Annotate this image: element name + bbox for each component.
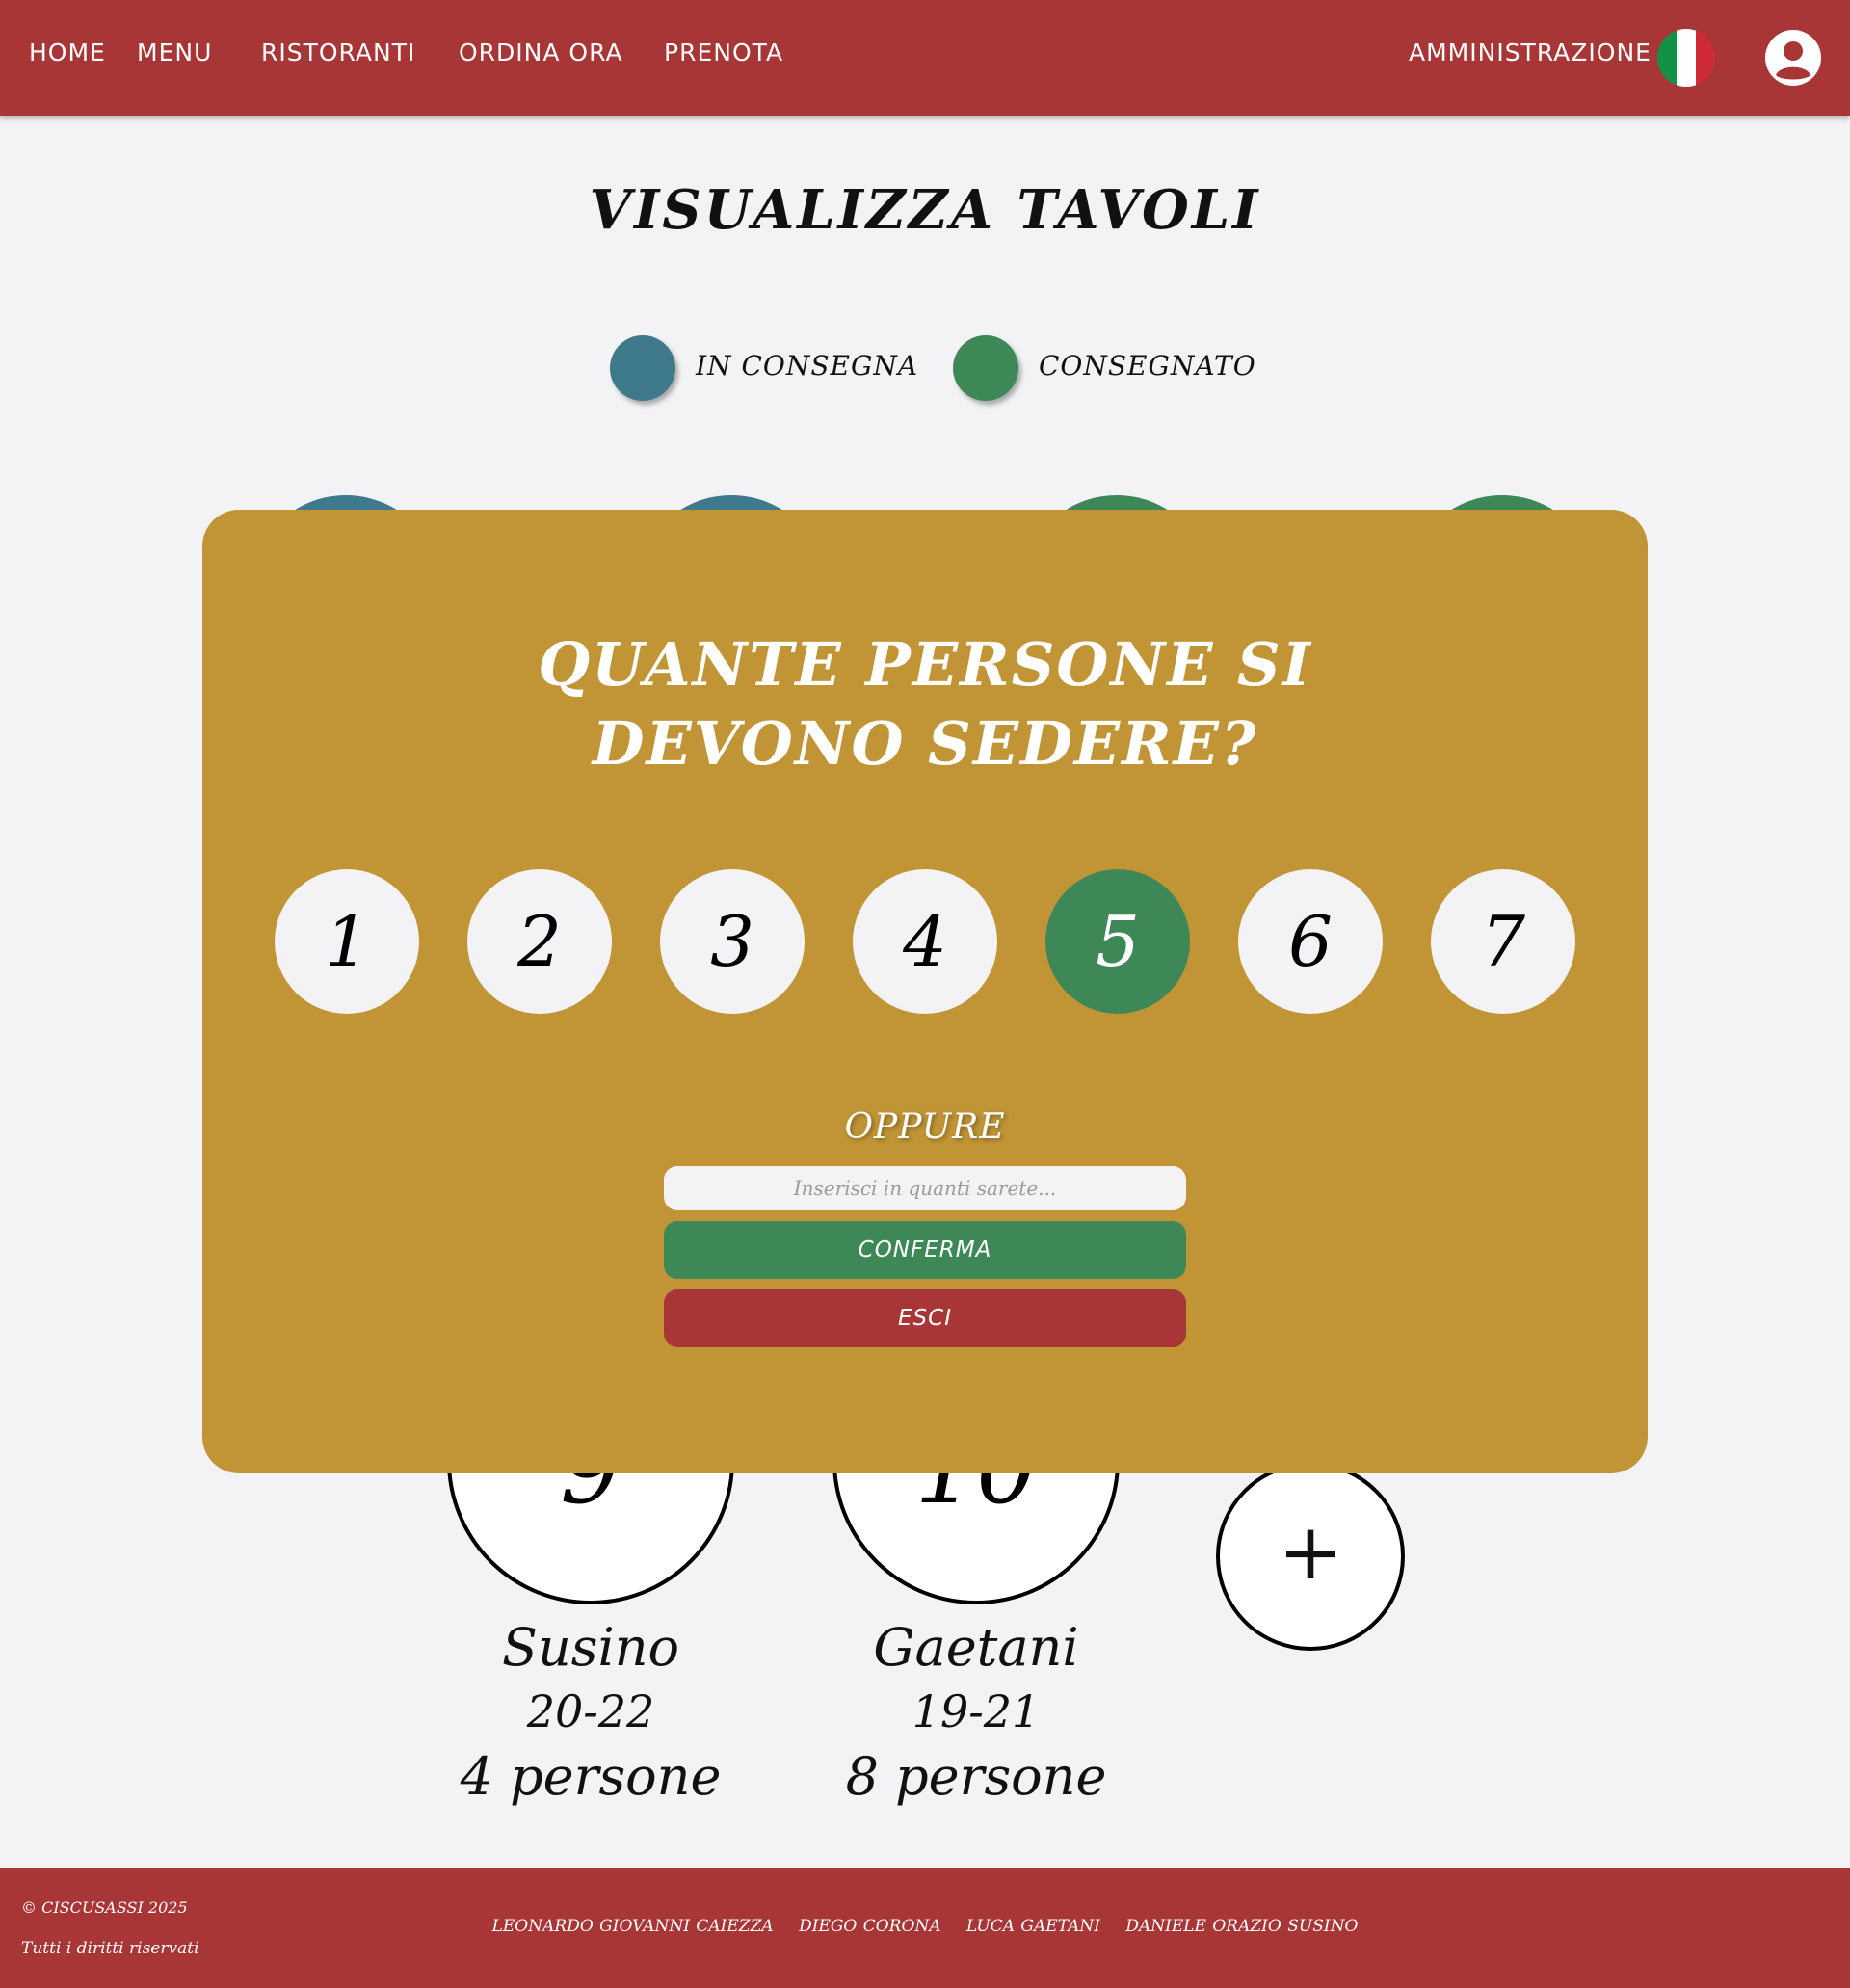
table-reservation-time: 19-21 — [912, 1685, 1041, 1737]
footer-author: LEONARDO GIOVANNI CAIEZZA — [491, 1917, 774, 1936]
nav-book-link[interactable]: PRENOTA — [664, 39, 783, 66]
confirm-button[interactable]: CONFERMA — [664, 1221, 1186, 1279]
footer: © CISCUSASSI 2025 Tutti i diritti riserv… — [0, 1868, 1850, 1988]
party-size-modal: QUANTE PERSONE SI DEVONO SEDERE? 1 2 3 4… — [202, 510, 1648, 1473]
nav-order-now-link[interactable]: ORDINA ORA — [459, 39, 623, 66]
delivered-legend-label: CONSEGNATO — [1039, 350, 1256, 382]
table-reservation-people: 4 persone — [460, 1746, 722, 1807]
footer-rights: Tutti i diritti riservati — [21, 1939, 199, 1958]
table-info: Gaetani 19-21 8 persone — [812, 1616, 1140, 1811]
modal-title: QUANTE PERSONE SI DEVONO SEDERE? — [538, 629, 1312, 779]
table-reservation-time: 20-22 — [526, 1685, 655, 1737]
table-info: Susino 20-22 4 persone — [427, 1616, 754, 1811]
party-size-1-button[interactable]: 1 — [275, 869, 419, 1014]
nav-menu-link[interactable]: MENU — [137, 39, 212, 66]
in-delivery-legend-dot — [610, 335, 675, 401]
footer-author: DANIELE ORAZIO SUSINO — [1125, 1917, 1359, 1936]
or-label: OPPURE — [844, 1107, 1006, 1147]
footer-copyright: © CISCUSASSI 2025 — [21, 1898, 188, 1917]
page-title: VISUALIZZA TAVOLI — [589, 178, 1261, 242]
table-reservation-name: Susino — [501, 1617, 680, 1678]
nav-admin-link[interactable]: AMMINISTRAZIONE — [1409, 39, 1652, 66]
add-table-button[interactable]: + — [1216, 1462, 1405, 1651]
table-reservation-people: 8 persone — [845, 1746, 1107, 1807]
party-size-5-button[interactable]: 5 — [1045, 869, 1190, 1014]
user-circle-icon[interactable] — [1765, 30, 1821, 86]
in-delivery-legend-label: IN CONSEGNA — [696, 350, 919, 382]
party-size-2-button[interactable]: 2 — [467, 869, 612, 1014]
party-size-input[interactable] — [664, 1166, 1186, 1210]
delivered-legend-dot — [953, 335, 1018, 401]
party-size-7-button[interactable]: 7 — [1431, 869, 1575, 1014]
footer-author: LUCA GAETANI — [966, 1917, 1100, 1936]
italy-flag-icon[interactable] — [1657, 29, 1715, 87]
party-size-4-button[interactable]: 4 — [853, 869, 997, 1014]
nav-restaurants-link[interactable]: RISTORANTI — [261, 39, 415, 66]
footer-author: DIEGO CORONA — [799, 1917, 941, 1936]
party-size-3-button[interactable]: 3 — [660, 869, 805, 1014]
top-navbar: HOME MENU RISTORANTI ORDINA ORA PRENOTA … — [0, 0, 1850, 116]
exit-button[interactable]: ESCI — [664, 1289, 1186, 1347]
nav-home-link[interactable]: HOME — [29, 39, 106, 66]
footer-authors: LEONARDO GIOVANNI CAIEZZA DIEGO CORONA L… — [0, 1917, 1850, 1936]
table-reservation-name: Gaetani — [873, 1617, 1079, 1678]
party-size-6-button[interactable]: 6 — [1238, 869, 1383, 1014]
